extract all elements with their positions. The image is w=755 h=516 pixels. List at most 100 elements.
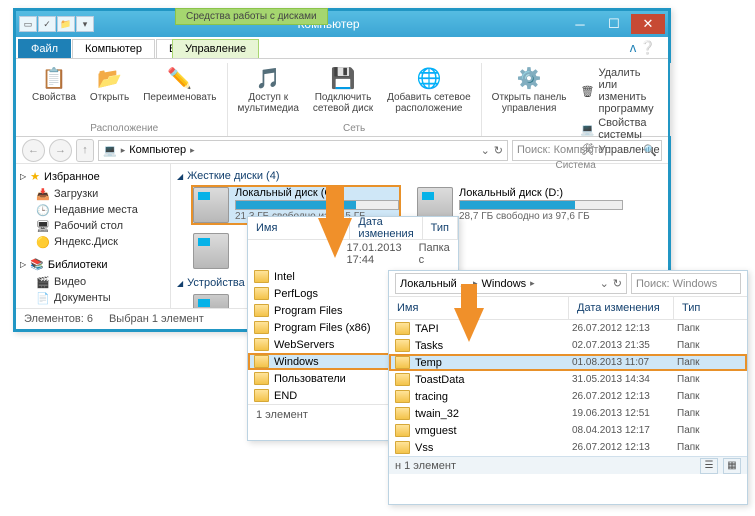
status-count: Элементов: 6 xyxy=(24,313,93,325)
list-item[interactable]: Tasks02.07.2013 21:35Папк xyxy=(389,337,747,354)
addr-dropdown-icon[interactable]: ⌄ xyxy=(481,144,490,157)
address-bar[interactable]: Локальный ... ▸ Windows ▸ ⌄ ↻ xyxy=(395,273,627,294)
folder-icon xyxy=(395,441,410,454)
nav-favorites[interactable]: ▷★Избранное xyxy=(20,170,166,183)
folder-icon xyxy=(254,372,269,385)
nav-pics[interactable]: 🖼Изображения xyxy=(20,306,166,308)
arrow-annotation xyxy=(454,308,484,342)
minimize-button[interactable]: ─ xyxy=(563,14,597,34)
nav-desktop[interactable]: 🖥Рабочий стол xyxy=(20,218,166,234)
refresh-icon[interactable]: ↻ xyxy=(494,144,503,157)
column-headers[interactable]: Имя Дата изменения Тип xyxy=(248,217,458,240)
drive-icon xyxy=(193,187,229,223)
view-icons-button[interactable]: ▦ xyxy=(723,458,741,474)
nav-pane[interactable]: ▷★Избранное 📥Загрузки 🕒Недавние места 🖥Р… xyxy=(16,164,171,308)
drive-d-name: Локальный диск (D:) xyxy=(459,187,623,199)
search-box[interactable]: Поиск: Компьютер🔍 xyxy=(512,140,662,161)
addr-dropdown-icon[interactable]: ⌄ xyxy=(600,277,609,290)
nav-yadisk[interactable]: 🟡Яндекс.Диск xyxy=(20,234,166,250)
search-icon: 🔍 xyxy=(643,144,657,157)
header-type-val: Папка с xyxy=(419,242,452,266)
breadcrumb-local[interactable]: Локальный ... xyxy=(400,278,469,290)
address-bar-row: Локальный ... ▸ Windows ▸ ⌄ ↻ Поиск: Win… xyxy=(389,271,747,297)
column-headers[interactable]: Имя Дата изменения Тип xyxy=(389,297,747,320)
breadcrumb-computer[interactable]: Компьютер xyxy=(129,144,186,156)
ribbon-tabs: Файл Компьютер Вид Управление ʌ ❔ xyxy=(16,37,668,59)
properties-button[interactable]: 📋Свойства xyxy=(26,63,82,105)
section-hdd[interactable]: ◢Жесткие диски (4) xyxy=(177,170,662,182)
maximize-button[interactable]: ☐ xyxy=(597,14,631,34)
chevron-right-icon: ▸ xyxy=(190,145,195,156)
list-item[interactable]: Vss26.07.2012 12:13Папк xyxy=(389,439,747,456)
help-icon[interactable]: ʌ ❔ xyxy=(624,38,662,58)
folder-icon xyxy=(395,390,410,403)
drive-d-bar xyxy=(459,200,623,210)
forward-button[interactable]: → xyxy=(49,139,72,162)
nav-video[interactable]: 🎬Видео xyxy=(20,274,166,290)
drive-icon xyxy=(193,233,229,269)
folder-icon xyxy=(395,322,410,335)
tab-computer[interactable]: Компьютер xyxy=(72,39,155,58)
folder-icon xyxy=(254,338,269,351)
nav-downloads[interactable]: 📥Загрузки xyxy=(20,186,166,202)
dvd-drive[interactable] xyxy=(191,292,251,308)
folder-icon xyxy=(254,321,269,334)
qat-dropdown-icon[interactable]: ▾ xyxy=(76,16,94,32)
add-network-button[interactable]: 🌐Добавить сетевое расположение xyxy=(381,63,477,116)
folder-icon xyxy=(254,270,269,283)
up-button[interactable]: ↑ xyxy=(76,139,94,162)
drive-d-free: 28,7 ГБ свободно из 97,6 ГБ xyxy=(459,211,623,222)
nav-recent[interactable]: 🕒Недавние места xyxy=(20,202,166,218)
tab-manage[interactable]: Управление xyxy=(172,39,259,58)
list-item[interactable]: tracing26.07.2012 12:13Папк xyxy=(389,388,747,405)
folder-icon xyxy=(254,304,269,317)
qat-icon[interactable]: ▭ xyxy=(19,16,37,32)
folder-list[interactable]: TAPI26.07.2012 12:13ПапкTasks02.07.2013 … xyxy=(389,320,747,456)
tab-file[interactable]: Файл xyxy=(18,39,71,58)
folder-icon xyxy=(254,287,269,300)
map-drive-button[interactable]: 💾Подключить сетевой диск xyxy=(307,63,379,116)
list-item[interactable]: vmguest08.04.2013 12:17Папк xyxy=(389,422,747,439)
list-item[interactable]: TAPI26.07.2012 12:13Папк xyxy=(389,320,747,337)
titlebar[interactable]: ▭ ✓ 📁 ▾ Компьютер ─ ☐ ✕ xyxy=(16,11,668,37)
folder-icon xyxy=(254,355,269,368)
group-network: Сеть xyxy=(343,123,365,136)
header-date-val: 17.01.2013 17:44 xyxy=(347,242,419,266)
folder-icon xyxy=(395,356,410,369)
refresh-icon[interactable]: ↻ xyxy=(613,277,622,290)
window-title: Компьютер xyxy=(94,17,563,31)
folder-icon xyxy=(395,407,410,420)
col-date[interactable]: Дата изменения xyxy=(350,217,422,239)
folder-list-windows: Локальный ... ▸ Windows ▸ ⌄ ↻ Поиск: Win… xyxy=(388,270,748,505)
view-details-button[interactable]: ☰ xyxy=(700,458,718,474)
list-item[interactable]: ToastData31.05.2013 14:34Папк xyxy=(389,371,747,388)
folder-icon xyxy=(395,424,410,437)
list-item-temp[interactable]: Temp01.08.2013 11:07Папк xyxy=(389,354,747,371)
dvd-icon xyxy=(193,294,229,308)
back-button[interactable]: ← xyxy=(22,139,45,162)
col-type[interactable]: Тип xyxy=(674,297,747,319)
rename-button[interactable]: ✏️Переименовать xyxy=(137,63,222,105)
system-props-link[interactable]: 💻Свойства системы xyxy=(581,117,660,141)
qat-folder-icon[interactable]: 📁 xyxy=(57,16,75,32)
address-bar-row: ← → ↑ 💻 ▸ Компьютер ▸ ⌄ ↻ Поиск: Компьют… xyxy=(16,137,668,164)
address-bar[interactable]: 💻 ▸ Компьютер ▸ ⌄ ↻ xyxy=(98,140,508,161)
chevron-right-icon: ▸ xyxy=(530,278,535,289)
nav-docs[interactable]: 📄Документы xyxy=(20,290,166,306)
group-location: Расположение xyxy=(90,123,158,136)
col-date[interactable]: Дата изменения xyxy=(569,297,674,319)
computer-icon: 💻 xyxy=(103,144,117,157)
qat-props-icon[interactable]: ✓ xyxy=(38,16,56,32)
list-item[interactable]: twain_3219.06.2013 12:51Папк xyxy=(389,405,747,422)
nav-libraries[interactable]: ▷📚Библиотеки xyxy=(20,258,166,271)
search-box[interactable]: Поиск: Windows xyxy=(631,273,741,294)
uninstall-link[interactable]: 🗑Удалить или изменить программу xyxy=(581,67,660,115)
breadcrumb-windows[interactable]: Windows xyxy=(482,278,527,290)
col-type[interactable]: Тип xyxy=(423,217,458,239)
media-access-button[interactable]: 🎵Доступ к мультимедиа xyxy=(232,63,305,116)
status-text: н 1 элемент xyxy=(395,460,456,472)
chevron-right-icon: ▸ xyxy=(121,145,126,156)
arrow-annotation xyxy=(318,218,352,258)
open-button[interactable]: 📂Открыть xyxy=(84,63,135,105)
close-button[interactable]: ✕ xyxy=(631,14,665,34)
